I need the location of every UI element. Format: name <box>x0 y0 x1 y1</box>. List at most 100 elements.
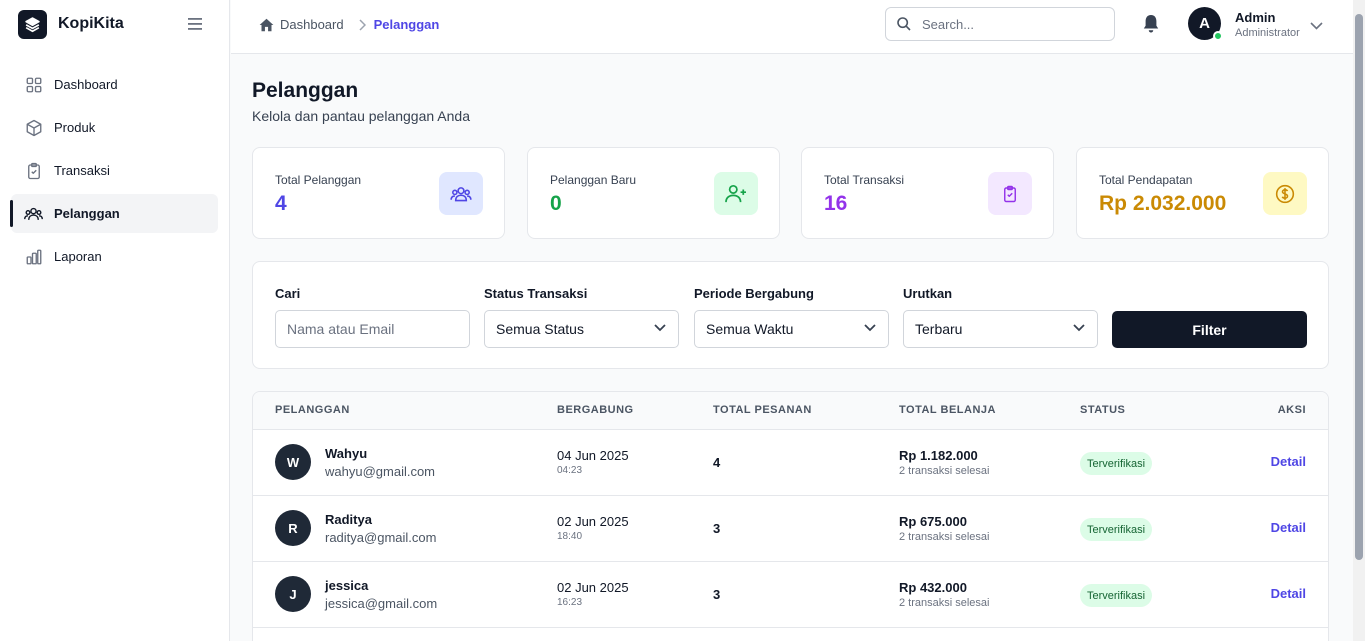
breadcrumb-home-label: Dashboard <box>280 17 344 32</box>
table-row[interactable]: W Wahyu wahyu@gmail.com 04 Jun 2025 04:2… <box>253 430 1328 496</box>
sort-select[interactable]: Terbaru <box>903 310 1098 348</box>
user-role: Administrator <box>1235 27 1300 39</box>
column-header[interactable]: STATUS <box>1080 404 1125 416</box>
page-scrollbar[interactable] <box>1353 0 1365 641</box>
home-icon <box>259 18 274 31</box>
page-title: Pelanggan <box>252 79 359 102</box>
sidebar-item-produk[interactable]: Produk <box>11 108 218 147</box>
page-subtitle: Kelola dan pantau pelanggan Anda <box>252 108 470 124</box>
stat-card-total-transaksi: Total Transaksi 16 <box>801 147 1054 239</box>
detail-link[interactable]: Detail <box>1271 454 1306 469</box>
total-spend: Rp 1.182.000 <box>899 448 978 463</box>
brand-name: KopiKita <box>58 15 124 32</box>
join-date: 02 Jun 2025 <box>557 580 629 595</box>
column-header[interactable]: TOTAL BELANJA <box>899 404 996 416</box>
sidebar-item-label: Laporan <box>54 249 102 264</box>
sidebar-item-label: Produk <box>54 120 96 135</box>
customer-email: jessica@gmail.com <box>325 596 438 611</box>
search-input[interactable] <box>922 16 1102 32</box>
status-badge: Terverifikasi <box>1080 518 1153 541</box>
status-badge: Terverifikasi <box>1080 584 1153 607</box>
stat-label: Pelanggan Baru <box>550 173 637 187</box>
total-orders: 3 <box>713 587 721 602</box>
join-time: 04:23 <box>557 465 583 476</box>
online-status-indicator <box>1213 31 1223 41</box>
stat-value: 16 <box>824 192 848 215</box>
status-filter-label: Status Transaksi <box>484 286 588 301</box>
stat-value: Rp 2.032.000 <box>1099 192 1227 215</box>
join-time: 16:23 <box>557 597 583 608</box>
sidebar-item-transaksi[interactable]: Transaksi <box>11 151 218 190</box>
status-select[interactable]: Semua Status <box>484 310 679 348</box>
filter-button[interactable]: Filter <box>1112 311 1307 348</box>
stat-card-pelanggan-baru: Pelanggan Baru 0 <box>527 147 780 239</box>
status-badge: Terverifikasi <box>1080 452 1153 475</box>
sort-filter-label: Urutkan <box>903 286 953 301</box>
search-filter-label: Cari <box>275 286 301 301</box>
period-filter-label: Periode Bergabung <box>694 286 814 301</box>
user-plus-icon <box>714 172 758 215</box>
sidebar-item-laporan[interactable]: Laporan <box>11 237 218 276</box>
user-menu[interactable]: Admin Administrator <box>1235 10 1300 39</box>
top-header: Dashboard Pelanggan A Admin Administrato… <box>231 0 1353 54</box>
users-icon <box>439 172 483 215</box>
sidebar-item-label: Dashboard <box>54 77 118 92</box>
clipboard-check-icon <box>988 172 1032 215</box>
avatar: R <box>275 510 311 546</box>
stat-label: Total Pendapatan <box>1099 173 1193 187</box>
join-date: 02 Jun 2025 <box>557 514 629 529</box>
layers-logo-icon <box>18 9 47 39</box>
bell-icon[interactable] <box>1142 14 1160 39</box>
sidebar-nav: Dashboard Produk Transaksi Pelanggan Lap… <box>0 65 229 276</box>
customer-search-input[interactable] <box>275 310 470 348</box>
customer-name: jessica <box>325 578 369 593</box>
search-box[interactable] <box>885 7 1115 41</box>
avatar: J <box>275 576 311 612</box>
search-icon <box>897 17 911 31</box>
grid-icon <box>24 75 43 94</box>
total-spend: Rp 432.000 <box>899 580 967 595</box>
detail-link[interactable]: Detail <box>1271 520 1306 535</box>
user-name: Admin <box>1235 10 1276 25</box>
breadcrumb: Dashboard Pelanggan <box>259 17 439 32</box>
detail-link[interactable]: Detail <box>1271 586 1306 601</box>
table-row[interactable]: J jessica jessica@gmail.com 02 Jun 2025 … <box>253 562 1328 628</box>
avatar: W <box>275 444 311 480</box>
sidebar-item-label: Pelanggan <box>54 206 120 221</box>
sidebar-item-label: Transaksi <box>54 163 110 178</box>
sidebar-item-dashboard[interactable]: Dashboard <box>11 65 218 104</box>
chevron-down-icon <box>1073 324 1085 332</box>
transactions-completed: 2 transaksi selesai <box>899 465 990 477</box>
column-header[interactable]: TOTAL PESANAN <box>713 404 812 416</box>
transactions-completed: 2 transaksi selesai <box>899 531 990 543</box>
stat-value: 0 <box>550 192 562 215</box>
chevron-down-icon <box>654 324 666 332</box>
chevron-right-icon <box>358 18 366 31</box>
breadcrumb-current: Pelanggan <box>373 17 440 32</box>
period-select[interactable]: Semua Waktu <box>694 310 889 348</box>
hamburger-menu-icon[interactable] <box>186 16 204 32</box>
bar-chart-icon <box>24 247 43 266</box>
chevron-down-icon[interactable] <box>1310 17 1323 35</box>
stat-label: Total Pelanggan <box>275 173 362 187</box>
customer-name: Raditya <box>325 512 372 527</box>
total-orders: 3 <box>713 521 721 536</box>
join-date: 04 Jun 2025 <box>557 448 629 463</box>
customer-email: raditya@gmail.com <box>325 530 437 545</box>
column-header[interactable]: PELANGGAN <box>275 404 350 416</box>
box-icon <box>24 118 43 137</box>
table-row[interactable]: R Raditya raditya@gmail.com 02 Jun 2025 … <box>253 496 1328 562</box>
column-header[interactable]: BERGABUNG <box>557 404 634 416</box>
customer-email: wahyu@gmail.com <box>325 464 436 479</box>
chevron-down-icon <box>864 324 876 332</box>
filter-panel: Cari Status Transaksi Semua Status Perio… <box>252 261 1329 369</box>
customers-table: PELANGGAN BERGABUNG TOTAL PESANAN TOTAL … <box>252 391 1329 641</box>
stat-card-total-pendapatan: Total Pendapatan Rp 2.032.000 <box>1076 147 1329 239</box>
user-avatar[interactable]: A <box>1188 7 1223 41</box>
status-select-value: Semua Status <box>496 321 584 337</box>
total-spend: Rp 675.000 <box>899 514 967 529</box>
scrollbar-thumb[interactable] <box>1355 14 1363 560</box>
sidebar-item-pelanggan[interactable]: Pelanggan <box>10 194 218 233</box>
dollar-circle-icon <box>1263 172 1307 215</box>
breadcrumb-home-link[interactable]: Dashboard <box>259 17 344 32</box>
